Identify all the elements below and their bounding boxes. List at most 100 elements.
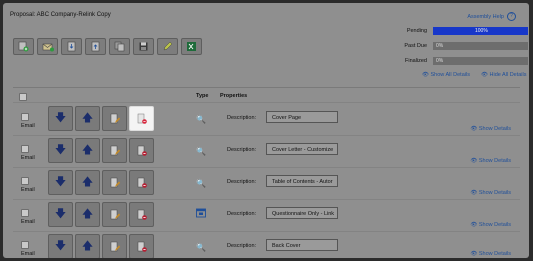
finalized-label: Finalized xyxy=(404,58,427,64)
edit-document-button[interactable] xyxy=(102,202,127,227)
description-input[interactable]: Table of Contents - Autor xyxy=(266,175,338,187)
show-details-link[interactable]: 👁 Show Details xyxy=(470,190,511,196)
remove-document-button[interactable] xyxy=(129,106,154,131)
show-all-details-label: Show All Details xyxy=(430,72,470,78)
edit-document-button[interactable] xyxy=(102,170,127,195)
move-up-button[interactable]: 🡅 xyxy=(75,202,100,227)
move-up-button[interactable]: 🡅 xyxy=(75,234,100,258)
move-up-button[interactable]: 🡅 xyxy=(75,170,100,195)
import-icon xyxy=(67,41,76,52)
move-down-button[interactable]: 🡇 xyxy=(48,170,73,195)
move-up-button[interactable]: 🡅 xyxy=(75,138,100,163)
search-icon[interactable]: 🔍 xyxy=(196,147,206,156)
show-details-label: Show Details xyxy=(478,251,511,257)
eye-icon: 👁 xyxy=(470,222,478,228)
arrow-up-icon: 🡅 xyxy=(81,112,94,124)
save-button[interactable] xyxy=(133,38,154,55)
hide-all-details-link[interactable]: 👁 Hide All Details xyxy=(481,72,527,78)
table-row: Email 🡇 🡅 🔍 Description: Table of Conten… xyxy=(3,168,529,198)
remove-document-button[interactable] xyxy=(129,234,154,258)
pending-progress-bar: 100% xyxy=(433,27,528,35)
eye-icon: 👁 xyxy=(470,126,478,132)
move-down-button[interactable]: 🡇 xyxy=(48,234,73,258)
toolbar xyxy=(13,38,202,55)
table-row: Email 🡇 🡅 🔍 Description: Cover Page 👁 Sh… xyxy=(3,104,529,134)
edit-document-icon xyxy=(110,177,120,187)
row-checkbox[interactable] xyxy=(21,113,29,121)
edit-button[interactable] xyxy=(157,38,178,55)
pending-label: Pending xyxy=(406,28,427,34)
edit-document-icon xyxy=(110,209,120,219)
move-down-button[interactable]: 🡇 xyxy=(48,106,73,131)
arrow-down-icon: 🡇 xyxy=(54,240,67,252)
edit-document-icon xyxy=(110,241,120,251)
header-divider xyxy=(13,87,520,88)
arrow-down-icon: 🡇 xyxy=(54,144,67,156)
edit-document-icon xyxy=(110,113,120,123)
remove-document-icon xyxy=(137,177,147,188)
remove-document-button[interactable] xyxy=(129,138,154,163)
row-checkbox[interactable] xyxy=(21,209,29,217)
search-icon[interactable]: 🔍 xyxy=(196,115,206,124)
table-row: Email 🡇 🡅 Description: Questionnaire Onl… xyxy=(3,200,529,230)
add-document-icon xyxy=(18,41,29,52)
description-input[interactable]: Back Cover xyxy=(266,239,338,251)
email-icon xyxy=(42,43,54,51)
calendar-icon[interactable] xyxy=(196,208,206,218)
remove-document-button[interactable] xyxy=(129,202,154,227)
hide-all-details-label: Hide All Details xyxy=(489,72,527,78)
finalized-progress-bar: 0% xyxy=(433,57,528,65)
copy-button[interactable] xyxy=(109,38,130,55)
remove-document-icon xyxy=(137,145,147,156)
eye-icon: 👁 xyxy=(470,190,478,196)
move-down-button[interactable]: 🡇 xyxy=(48,138,73,163)
row-checkbox[interactable] xyxy=(21,145,29,153)
export-icon xyxy=(91,41,100,52)
arrow-up-icon: 🡅 xyxy=(81,208,94,220)
description-label: Description: xyxy=(227,115,257,121)
row-checkbox[interactable] xyxy=(21,177,29,185)
show-details-label: Show Details xyxy=(478,126,511,132)
import-button[interactable] xyxy=(61,38,82,55)
copy-icon xyxy=(114,41,125,52)
description-input[interactable]: Questionnaire Only - Link xyxy=(266,207,338,219)
edit-document-button[interactable] xyxy=(102,106,127,131)
description-label: Description: xyxy=(227,211,257,217)
remove-document-icon xyxy=(137,241,147,252)
add-document-button[interactable] xyxy=(13,38,34,55)
select-all-checkbox[interactable] xyxy=(19,93,27,101)
email-label: Email xyxy=(21,251,35,257)
move-up-button[interactable]: 🡅 xyxy=(75,106,100,131)
move-down-button[interactable]: 🡇 xyxy=(48,202,73,227)
show-details-link[interactable]: 👁 Show Details xyxy=(470,158,511,164)
description-label: Description: xyxy=(227,147,257,153)
remove-document-button[interactable] xyxy=(129,170,154,195)
search-icon[interactable]: 🔍 xyxy=(196,243,206,252)
edit-document-button[interactable] xyxy=(102,138,127,163)
row-checkbox[interactable] xyxy=(21,241,29,249)
description-label: Description: xyxy=(227,179,257,185)
assembly-help-link[interactable]: Assembly Help? xyxy=(467,12,516,21)
show-all-details-link[interactable]: 👁 Show All Details xyxy=(422,72,470,78)
description-input[interactable]: Cover Page xyxy=(266,111,338,123)
show-details-link[interactable]: 👁 Show Details xyxy=(470,222,511,228)
search-icon[interactable]: 🔍 xyxy=(196,179,206,188)
help-icon[interactable]: ? xyxy=(507,12,516,21)
save-icon xyxy=(139,42,148,51)
eye-icon: 👁 xyxy=(470,158,478,164)
edit-document-button[interactable] xyxy=(102,234,127,258)
excel-button[interactable] xyxy=(181,38,202,55)
pastdue-progress-bar: 0% xyxy=(433,42,528,50)
remove-document-icon xyxy=(137,209,147,220)
email-label: Email xyxy=(21,187,35,193)
description-input[interactable]: Cover Letter - Customize xyxy=(266,143,338,155)
column-header-type: Type xyxy=(196,93,209,99)
show-details-link[interactable]: 👁 Show Details xyxy=(470,126,511,132)
email-button[interactable] xyxy=(37,38,58,55)
pending-percent: 100% xyxy=(475,28,488,34)
arrow-down-icon: 🡇 xyxy=(54,112,67,124)
export-button[interactable] xyxy=(85,38,106,55)
page-title: Proposal: ABC Company-Relink Copy xyxy=(10,12,111,18)
eye-icon: 👁 xyxy=(481,72,488,78)
show-details-link[interactable]: 👁 Show Details xyxy=(470,251,511,257)
